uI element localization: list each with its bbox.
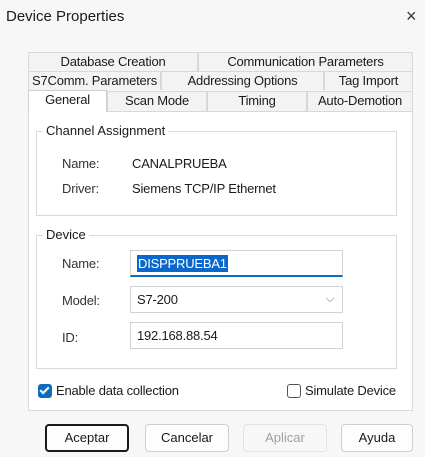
tab-timing[interactable]: Timing (207, 91, 307, 111)
tab-tag-import[interactable]: Tag Import (324, 71, 413, 90)
device-model-text: S7-200 (137, 292, 178, 307)
title-bar: Device Properties × (0, 0, 425, 40)
checkmark-icon (39, 384, 50, 395)
device-legend: Device (43, 227, 89, 242)
device-model-label: Model: (62, 293, 100, 308)
accept-button[interactable]: Aceptar (45, 424, 129, 452)
simulate-device-label[interactable]: Simulate Device (305, 383, 396, 398)
tab-database-creation[interactable]: Database Creation (28, 52, 198, 71)
channel-driver-value: Siemens TCP/IP Ethernet (132, 181, 276, 196)
channel-driver-label: Driver: (62, 181, 99, 196)
tab-s7comm-parameters[interactable]: S7Comm. Parameters (28, 71, 161, 90)
device-id-field[interactable]: 192.168.88.54 (130, 322, 343, 349)
device-id-text: 192.168.88.54 (137, 328, 218, 343)
device-id-label: ID: (62, 330, 79, 345)
simulate-device-checkbox[interactable] (287, 384, 301, 398)
tab-communication-parameters[interactable]: Communication Parameters (198, 52, 413, 71)
tab-auto-demotion[interactable]: Auto-Demotion (307, 91, 413, 111)
device-name-label: Name: (62, 256, 100, 271)
cancel-button[interactable]: Cancelar (145, 424, 229, 452)
close-icon[interactable]: × (406, 7, 417, 25)
window-title: Device Properties (6, 8, 125, 25)
help-button[interactable]: Ayuda (341, 424, 413, 452)
enable-data-collection-checkbox[interactable] (38, 384, 52, 398)
chevron-down-icon: ⌵ (325, 293, 334, 305)
tab-scan-mode[interactable]: Scan Mode (107, 91, 207, 111)
channel-assignment-group (36, 131, 397, 216)
device-name-text: DISPPRUEBA1 (137, 255, 228, 272)
enable-data-collection-label[interactable]: Enable data collection (56, 383, 179, 398)
apply-button[interactable]: Aplicar (243, 424, 327, 452)
channel-name-label: Name: (62, 156, 100, 171)
channel-assignment-legend: Channel Assignment (43, 123, 169, 138)
channel-name-value: CANALPRUEBA (132, 156, 227, 171)
device-name-field[interactable]: DISPPRUEBA1 (130, 250, 343, 277)
device-model-select[interactable]: S7-200 ⌵ (130, 286, 343, 313)
tab-addressing-options[interactable]: Addressing Options (161, 71, 324, 90)
tab-general[interactable]: General (28, 90, 107, 112)
